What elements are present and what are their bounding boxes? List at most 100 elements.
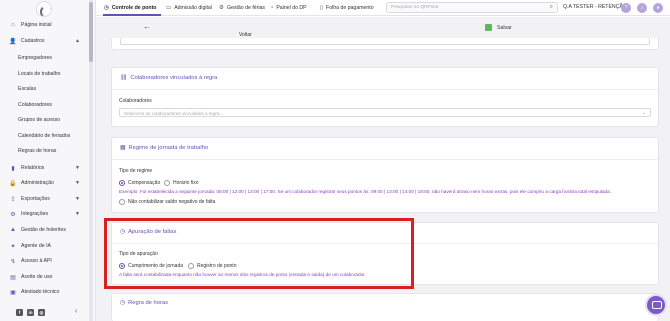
back-arrow-icon[interactable]: ← <box>143 22 151 31</box>
card-title-text: Colaboradores vinculados à regra <box>130 75 218 81</box>
sidebar-item-api[interactable]: ↯ Acesso à API <box>0 255 88 267</box>
sidebar-item-label: Administração <box>21 180 54 186</box>
facebook-icon[interactable]: f <box>16 309 23 316</box>
search-icon[interactable]: ⌕ <box>550 4 553 11</box>
card-title: ◷ Regra de horas <box>120 300 168 306</box>
sidebar-item-label: Página inicial <box>21 22 52 28</box>
colaboradores-select[interactable]: Selecione os colaboradores vinculados à … <box>119 108 651 117</box>
chat-button[interactable] <box>647 296 665 314</box>
search-input[interactable]: Pesquisar no QRPoint ⌕ <box>386 2 558 13</box>
sidebar-item-label: Cadastros <box>21 38 45 44</box>
calendar-icon: ▦ <box>120 145 126 151</box>
linkedin-icon[interactable]: in <box>27 309 34 316</box>
field-label: Colaboradores <box>119 98 152 104</box>
checkbox-label[interactable]: Não contabilizar saldo negativo de falta <box>128 199 215 205</box>
payroll-icon: ▯ <box>320 5 324 11</box>
clock-icon: ◷ <box>104 5 109 11</box>
radio-compensacao[interactable] <box>119 180 125 186</box>
sidebar-subitem-empregadores[interactable]: Empregadores <box>18 55 52 61</box>
users-icon: 👤 <box>9 38 17 45</box>
previous-card-field[interactable] <box>120 38 650 45</box>
panel-icon: ◔ <box>270 5 274 11</box>
sidebar-item-cadastros[interactable]: 👤 Cadastros ▲ <box>0 35 88 47</box>
checkbox-saldo-negativo[interactable] <box>119 199 125 205</box>
certificate-icon: ▣ <box>10 289 16 296</box>
sidebar-item-holerites[interactable]: ▲ Gestão de holerites <box>0 224 88 236</box>
sidebar-item-label: Atestado técnico <box>21 289 60 295</box>
ai-icon: ✦ <box>10 243 16 250</box>
radio-label[interactable]: Horário fixo <box>173 180 199 186</box>
sidebar-item-label: Gestão de holerites <box>21 227 66 233</box>
tab-gestao-ferias[interactable]: ⚙ Gestão de férias <box>219 3 265 13</box>
sidebar-item-agente-ia[interactable]: ✦ Agente de IA <box>0 240 88 252</box>
sidebar: ⌂ Página inicial 👤 Cadastros ▲ Empregado… <box>0 0 96 321</box>
sidebar-subitem-locais[interactable]: Locais de trabalho <box>18 71 60 77</box>
chevron-down-icon: ▼ <box>75 180 80 186</box>
gear-icon: ⚙ <box>219 5 224 11</box>
lock-icon: 🔒 <box>9 180 17 187</box>
active-tab-indicator <box>103 14 161 16</box>
sidebar-item-home[interactable]: ⌂ Página inicial <box>0 19 88 31</box>
notification-bell-icon[interactable]: ♪ <box>637 3 647 13</box>
sidebar-item-administracao[interactable]: 🔒 Administração ▼ <box>0 177 88 189</box>
accept-icon: ▤ <box>10 274 16 281</box>
save-icon[interactable] <box>485 24 492 31</box>
avatar[interactable]: ● <box>653 3 663 13</box>
sidebar-item-label: Agente de IA <box>21 243 51 249</box>
select-placeholder: Selecione os colaboradores vinculados à … <box>124 110 224 116</box>
instagram-icon[interactable]: ◎ <box>38 309 45 316</box>
radio-horario-fixo[interactable] <box>164 180 170 186</box>
user-name[interactable]: Q.A TESTER - RETENÇÃO <box>563 4 627 10</box>
tab-admissao-digital[interactable]: ▭ Admissão digital <box>166 3 212 13</box>
sidebar-subitem-colaboradores[interactable]: Colaboradores <box>18 102 52 108</box>
tab-label: Admissão digital <box>174 5 212 11</box>
app-logo[interactable] <box>36 1 52 17</box>
card-title-text: Regime de jornada de trabalho <box>128 145 209 151</box>
sidebar-subitem-regras[interactable]: Regras de horas <box>18 148 56 154</box>
save-button[interactable]: Salvar <box>497 25 512 31</box>
sidebar-item-relatorios[interactable]: ▮ Relatórios ▼ <box>0 162 88 174</box>
highlight-box <box>104 218 414 289</box>
chevron-down-icon: ⌄ <box>641 110 646 116</box>
chevron-down-icon: ▼ <box>75 211 80 217</box>
card-colaboradores: ⛓ Colaboradores vinculados à regra Colabo… <box>111 67 659 127</box>
sidebar-item-integracoes[interactable]: ⚙ Integrações ▼ <box>0 208 88 220</box>
sidebar-item-label: Exportações <box>21 196 50 202</box>
tab-controle-ponto[interactable]: ◷ Controle de ponto <box>104 3 156 13</box>
report-icon: ▮ <box>11 165 15 172</box>
card-divider <box>112 89 658 90</box>
integration-icon: ⚙ <box>10 211 16 218</box>
card-title: ▦ Regime de jornada de trabalho <box>120 145 208 151</box>
tab-painel-dp[interactable]: ◔ Painel do DP <box>270 3 307 13</box>
link-icon: ⛓ <box>120 75 128 81</box>
sidebar-item-label: Aceite de uso <box>21 274 53 280</box>
radio-label[interactable]: Compensação <box>128 180 160 186</box>
card-regime-jornada: ▦ Regime de jornada de trabalho Tipo de r… <box>111 137 659 213</box>
field-label: Tipo de regime <box>119 168 153 174</box>
sidebar-item-aceite[interactable]: ▤ Aceite de uso <box>0 271 88 283</box>
tab-folha-pagamento[interactable]: ▯ Folha de pagamento <box>320 3 374 13</box>
sidebar-item-exportacoes[interactable]: ⇪ Exportações ▼ <box>0 193 88 205</box>
sidebar-item-atestado[interactable]: ▣ Atestado técnico <box>0 286 88 298</box>
tab-label: Painel do DP <box>276 5 307 11</box>
sidebar-item-label: Acesso à API <box>21 258 52 264</box>
home-icon: ⌂ <box>11 22 15 28</box>
card-title: ⛓ Colaboradores vinculados à regra <box>120 75 217 81</box>
sidebar-subitem-grupos[interactable]: Grupos de acesso <box>18 117 60 123</box>
sidebar-subitem-feriados[interactable]: Calendário de feriados <box>18 133 70 139</box>
search-placeholder: Pesquisar no QRPoint <box>391 5 439 10</box>
api-icon: ↯ <box>10 258 16 265</box>
tab-label: Controle de ponto <box>111 5 157 11</box>
regime-example-note: Exemplo: Foi estabelecida a seguinte jor… <box>119 189 611 194</box>
sidebar-item-label: Integrações <box>21 211 49 217</box>
sidebar-scrollbar-thumb[interactable] <box>89 2 93 62</box>
help-icon[interactable]: ? <box>621 3 631 13</box>
payslip-icon: ▲ <box>10 227 16 233</box>
chevron-down-icon: ▼ <box>75 165 80 171</box>
collapse-sidebar-icon[interactable]: ‹ <box>75 308 77 315</box>
export-icon: ⇪ <box>10 196 16 203</box>
sidebar-item-label: Relatórios <box>21 165 45 171</box>
sidebar-subitem-escalas[interactable]: Escalas <box>18 86 36 92</box>
card-divider <box>112 159 658 160</box>
document-icon: ▭ <box>166 5 172 11</box>
